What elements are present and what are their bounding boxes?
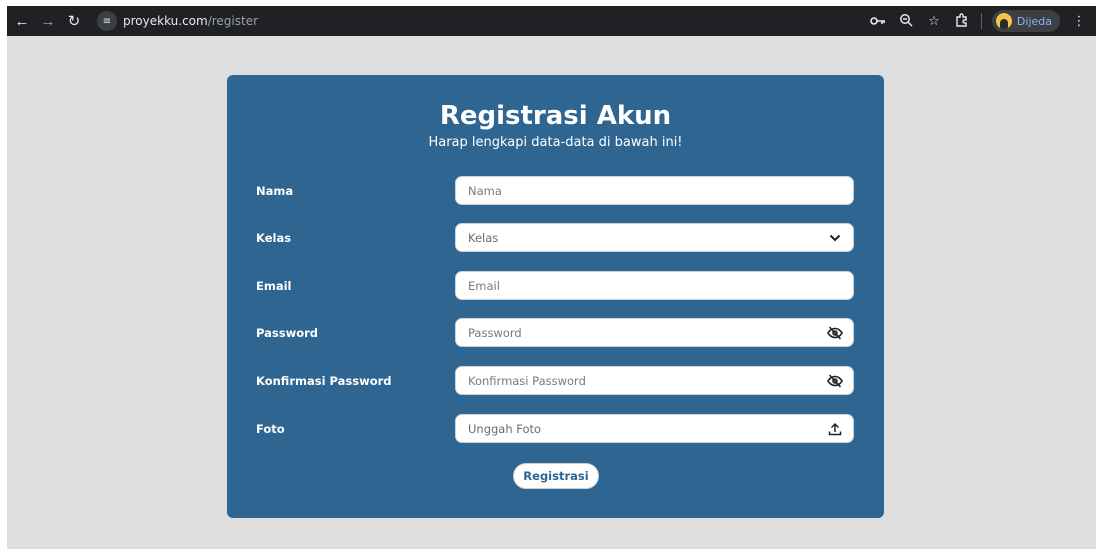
photo-upload-field[interactable]: Unggah Foto (455, 414, 854, 443)
chevron-down-icon[interactable] (827, 230, 843, 246)
registration-card: Registrasi Akun Harap lengkapi data-data… (227, 75, 884, 518)
arrow-left-icon: ← (14, 12, 30, 30)
url-path: /register (207, 14, 259, 28)
page-title: Registrasi Akun (439, 101, 672, 131)
star-icon[interactable]: ☆ (925, 13, 943, 29)
url-host: proyekku.com (123, 14, 208, 28)
form-row-konfirmasi-password: Konfirmasi Password (227, 366, 884, 396)
form-row-password: Password (227, 318, 884, 348)
field-label: Konfirmasi Password (256, 374, 392, 388)
puzzle-icon[interactable] (953, 12, 971, 30)
form-row-foto: Foto Unggah Foto (227, 414, 884, 444)
reload-button[interactable]: ↻ (63, 10, 85, 32)
field-label: Nama (256, 184, 294, 198)
profile-name: Dijeda (1016, 14, 1052, 28)
field-label: Email (256, 279, 292, 293)
confirm-password-field[interactable] (455, 366, 854, 395)
field-label: Kelas (256, 231, 292, 245)
upload-icon[interactable] (827, 421, 843, 437)
registrasi-button[interactable]: Registrasi (513, 463, 599, 489)
avatar (995, 13, 1012, 29)
kebab-menu-icon[interactable]: ⋮ (1070, 13, 1088, 29)
nama-input[interactable] (468, 183, 843, 198)
field-label: Foto (256, 422, 285, 436)
email-field[interactable] (455, 271, 854, 300)
password-input[interactable] (468, 325, 827, 340)
email-input[interactable] (468, 278, 843, 293)
back-button[interactable]: ← (11, 10, 33, 32)
address-bar[interactable]: ≡ proyekku.com/register (97, 10, 258, 32)
photo-upload-placeholder: Unggah Foto (468, 421, 542, 436)
arrow-right-icon: → (40, 12, 56, 30)
profile-button[interactable]: Dijeda (991, 10, 1060, 32)
toolbar-divider (980, 13, 982, 29)
kelas-select-value: Kelas (468, 230, 499, 245)
browser-toolbar: ← → ↻ ≡ proyekku.com/register ☆ Dijeda ⋮ (7, 6, 1096, 36)
zoom-icon[interactable] (897, 13, 915, 30)
form-row-email: Email (227, 271, 884, 301)
page-viewport: Registrasi Akun Harap lengkapi data-data… (7, 36, 1096, 549)
kelas-select[interactable]: Kelas (455, 223, 854, 252)
key-icon[interactable] (869, 14, 887, 29)
reload-icon: ↻ (67, 13, 81, 30)
nama-field[interactable] (455, 176, 854, 205)
page-subtitle: Harap lengkapi data-data di bawah ini! (428, 135, 683, 150)
form-row-nama: Nama (227, 176, 884, 206)
field-label: Password (256, 326, 318, 340)
eye-off-icon[interactable] (827, 373, 843, 389)
tune-icon: ≡ (102, 15, 112, 27)
forward-button[interactable]: → (37, 10, 59, 32)
confirm-password-input[interactable] (468, 373, 827, 388)
form-row-kelas: Kelas Kelas (227, 223, 884, 253)
site-info-button[interactable]: ≡ (97, 11, 117, 31)
eye-off-icon[interactable] (827, 325, 843, 341)
password-field[interactable] (455, 318, 854, 347)
